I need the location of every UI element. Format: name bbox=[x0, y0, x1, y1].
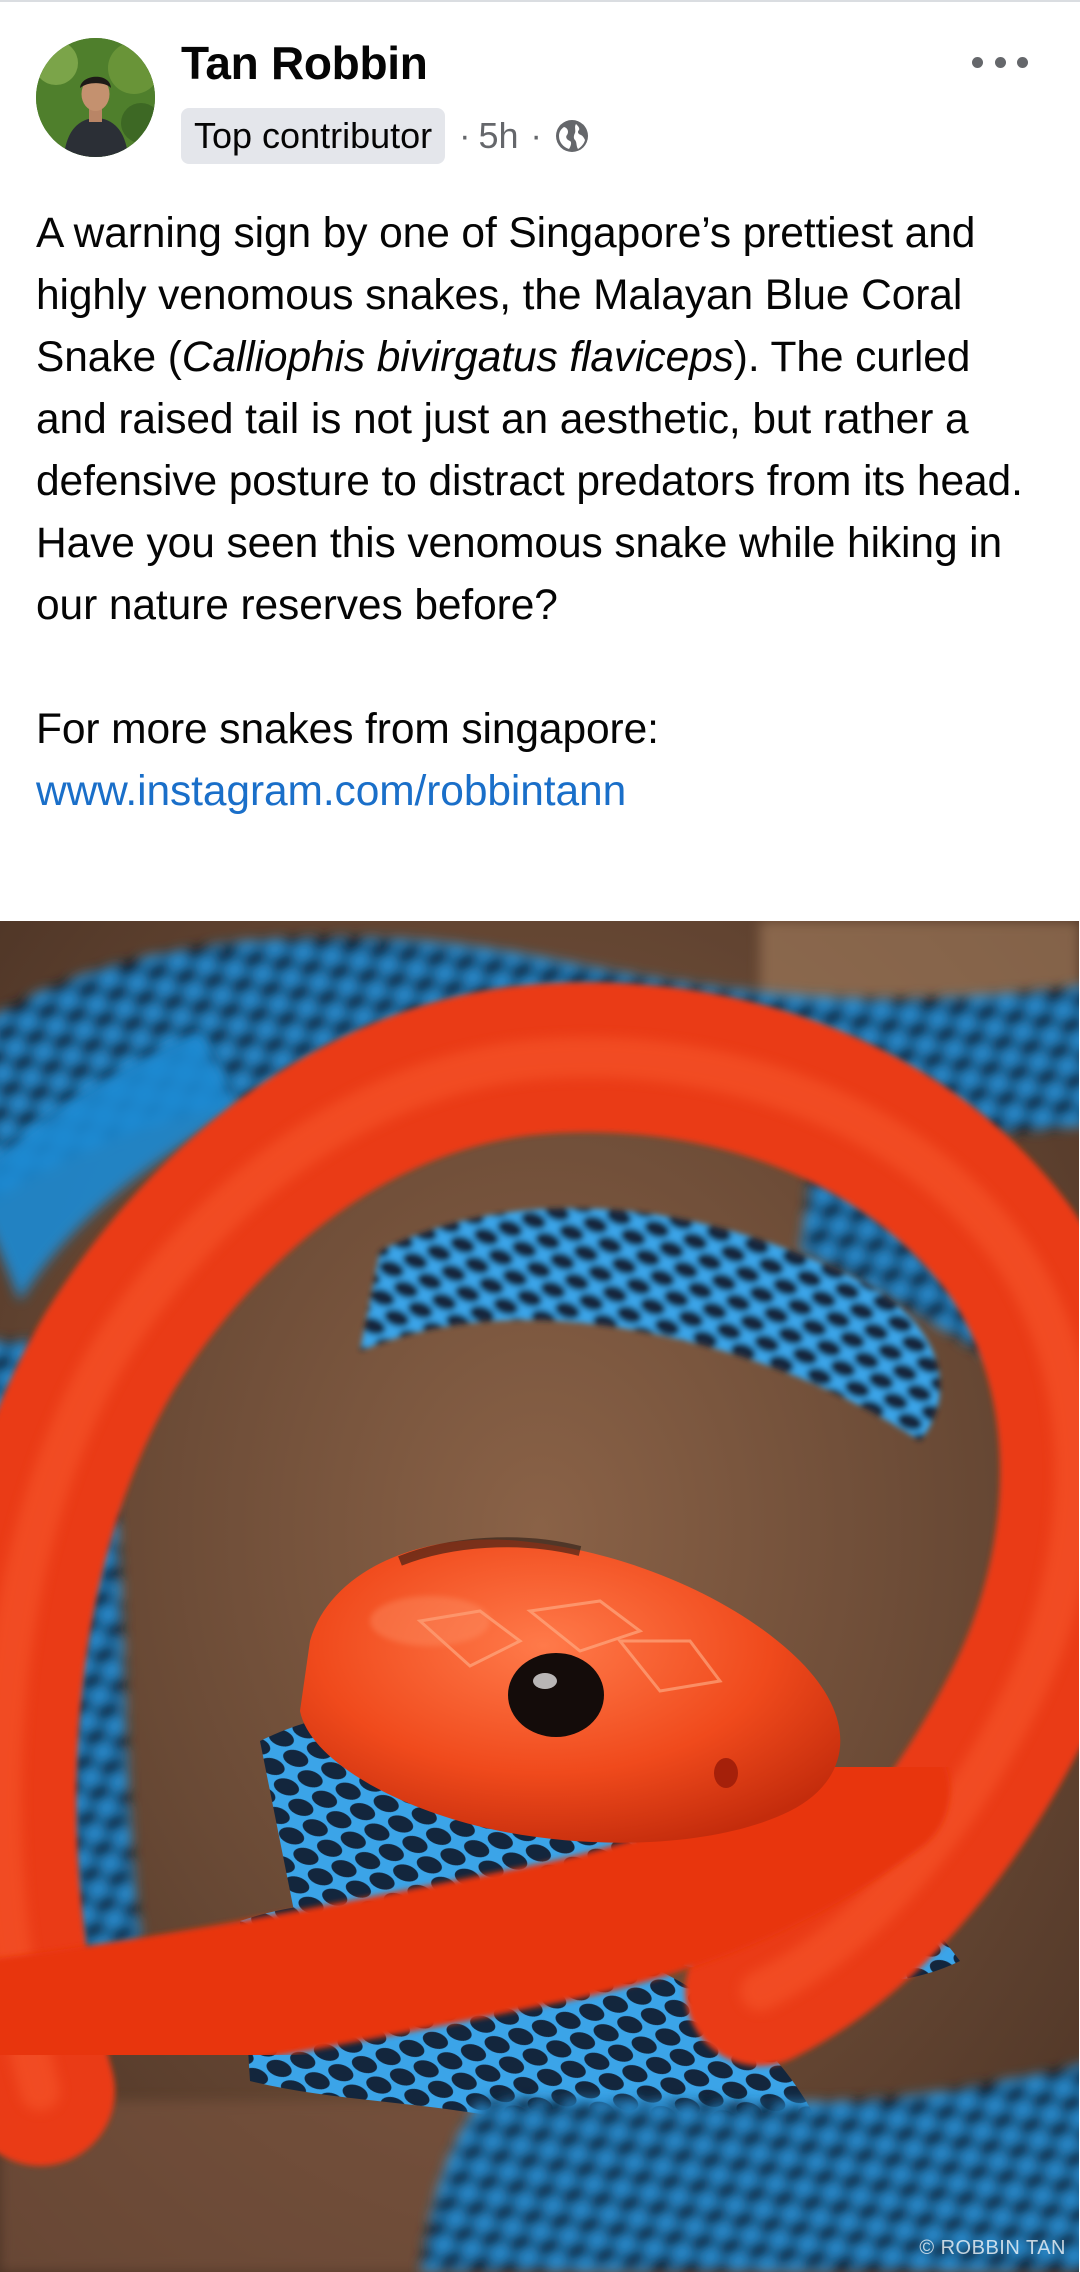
more-dot bbox=[1017, 56, 1028, 68]
author-name[interactable]: Tan Robbin bbox=[181, 36, 428, 90]
snake-photo-illustration bbox=[0, 921, 1080, 2272]
post-meta: Top contributor · 5h · bbox=[181, 106, 590, 166]
species-name: Calliophis bivirgatus flaviceps bbox=[181, 334, 734, 381]
post-text: A warning sign by one of Singapore’s pre… bbox=[36, 203, 1046, 823]
more-dot bbox=[994, 56, 1006, 68]
photo-watermark: © ROBBIN TAN bbox=[919, 2237, 1066, 2259]
post-text-part: For more snakes from singapore: bbox=[36, 706, 659, 753]
more-options-button[interactable] bbox=[964, 38, 1036, 86]
instagram-link[interactable]: www.instagram.com/robbintann bbox=[36, 768, 626, 815]
globe-icon bbox=[554, 118, 590, 154]
post-header: Tan Robbin Top contributor · 5h · bbox=[0, 0, 1080, 180]
post-photo[interactable]: © ROBBIN TAN bbox=[0, 921, 1080, 2272]
top-contributor-badge[interactable]: Top contributor bbox=[181, 108, 446, 164]
avatar[interactable] bbox=[36, 38, 155, 157]
more-dot bbox=[972, 56, 983, 68]
meta-separator: · bbox=[530, 116, 542, 155]
post-paragraph: For more snakes from singapore: www.insta… bbox=[36, 699, 1046, 823]
post-time[interactable]: 5h bbox=[478, 115, 518, 157]
post-paragraph: A warning sign by one of Singapore’s pre… bbox=[36, 203, 1046, 637]
meta-separator: · bbox=[459, 116, 471, 155]
